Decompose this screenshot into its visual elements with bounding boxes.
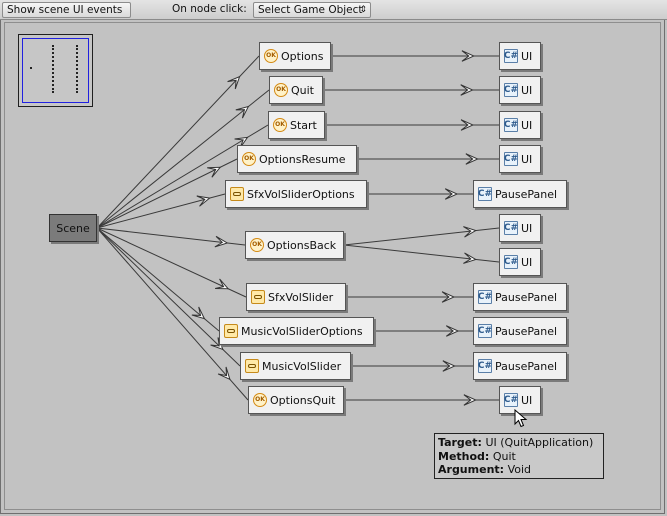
target-node-label: PausePanel (495, 324, 558, 338)
tooltip-target-value: UI (QuitApplication) (485, 436, 594, 449)
target-node[interactable]: C# PausePanel (473, 352, 567, 380)
target-node[interactable]: C# UI (499, 248, 541, 276)
target-node[interactable]: C# PausePanel (473, 180, 567, 208)
target-node-label: PausePanel (495, 359, 558, 373)
csharp-script-icon: C# (504, 152, 518, 166)
source-node[interactable]: OK Options (259, 42, 331, 70)
ok-icon: OK (274, 83, 288, 97)
csharp-script-icon: C# (504, 221, 518, 235)
source-node-label: Quit (291, 83, 314, 97)
csharp-script-icon: C# (478, 290, 492, 304)
csharp-script-icon: C# (504, 83, 518, 97)
target-node[interactable]: C# UI (499, 145, 541, 173)
tooltip-method-value: Quit (492, 449, 516, 463)
target-node-label: UI (521, 152, 533, 166)
source-node[interactable]: OK Start (268, 111, 325, 139)
slider-icon (224, 324, 238, 338)
slider-icon (245, 359, 259, 373)
target-node[interactable]: C# PausePanel (473, 283, 567, 311)
target-node[interactable]: C# UI (499, 42, 541, 70)
csharp-script-icon: C# (478, 324, 492, 338)
target-node[interactable]: C# UI (499, 111, 541, 139)
connection-edge[interactable] (96, 124, 269, 229)
ok-icon: OK (264, 49, 278, 63)
source-node-label: OptionsResume (259, 152, 346, 166)
ok-icon: OK (242, 152, 256, 166)
source-node[interactable]: MusicVolSliderOptions (219, 317, 374, 345)
target-node-label: UI (521, 221, 533, 235)
tooltip-target-key: Target: (438, 436, 482, 449)
edge-arrowhead (235, 105, 250, 119)
tooltip-method-row: Method: Quit (438, 450, 600, 464)
tooltip-argument-value: Void (507, 463, 532, 476)
source-node[interactable]: OK OptionsResume (237, 145, 357, 173)
source-node[interactable]: SfxVolSlider (246, 283, 346, 311)
source-node-label: MusicVolSliderOptions (241, 324, 363, 338)
target-node[interactable]: C# UI (499, 214, 541, 242)
source-node[interactable]: MusicVolSlider (240, 352, 351, 380)
tooltip-method-key: Method: (438, 449, 490, 463)
source-node[interactable]: OK OptionsBack (245, 231, 344, 259)
source-node[interactable]: OK OptionsQuit (248, 386, 344, 414)
connection-edge[interactable] (96, 227, 241, 367)
tooltip-argument-row: Argument: Void (438, 463, 600, 477)
csharp-script-icon: C# (504, 118, 518, 132)
slider-icon (251, 290, 265, 304)
connection-edge[interactable] (96, 227, 249, 401)
ok-icon: OK (273, 118, 287, 132)
edge-tooltip: Target: UI (QuitApplication) Method: Qui… (434, 433, 604, 479)
source-node-label: Start (290, 118, 317, 132)
scene-node-label: Scene (56, 221, 90, 235)
target-node-label: UI (521, 393, 533, 407)
target-node[interactable]: C# UI (499, 76, 541, 104)
scene-node[interactable]: Scene (49, 214, 97, 242)
source-node-label: SfxVolSliderOptions (247, 187, 355, 201)
csharp-script-icon: C# (478, 187, 492, 201)
tooltip-target-row: Target: UI (QuitApplication) (438, 436, 600, 450)
csharp-script-icon: C# (504, 49, 518, 63)
target-node-label: UI (521, 118, 533, 132)
source-node[interactable]: SfxVolSliderOptions (225, 180, 367, 208)
mouse-pointer-icon (514, 409, 528, 428)
target-node-label: PausePanel (495, 187, 558, 201)
source-node-label: MusicVolSlider (262, 359, 342, 373)
csharp-script-icon: C# (504, 393, 518, 407)
tooltip-argument-key: Argument: (438, 463, 505, 476)
source-node-label: SfxVolSlider (268, 290, 334, 304)
source-node-label: OptionsBack (267, 238, 337, 252)
target-node-label: UI (521, 49, 533, 63)
source-node[interactable]: OK Quit (269, 76, 323, 104)
ok-icon: OK (250, 238, 264, 252)
target-node-label: PausePanel (495, 290, 558, 304)
target-node[interactable]: C# PausePanel (473, 317, 567, 345)
target-node-label: UI (521, 255, 533, 269)
slider-icon (230, 187, 244, 201)
source-node-label: Options (281, 49, 324, 63)
csharp-script-icon: C# (478, 359, 492, 373)
csharp-script-icon: C# (504, 255, 518, 269)
target-node-label: UI (521, 83, 533, 97)
source-node-label: OptionsQuit (270, 393, 336, 407)
ok-icon: OK (253, 393, 267, 407)
